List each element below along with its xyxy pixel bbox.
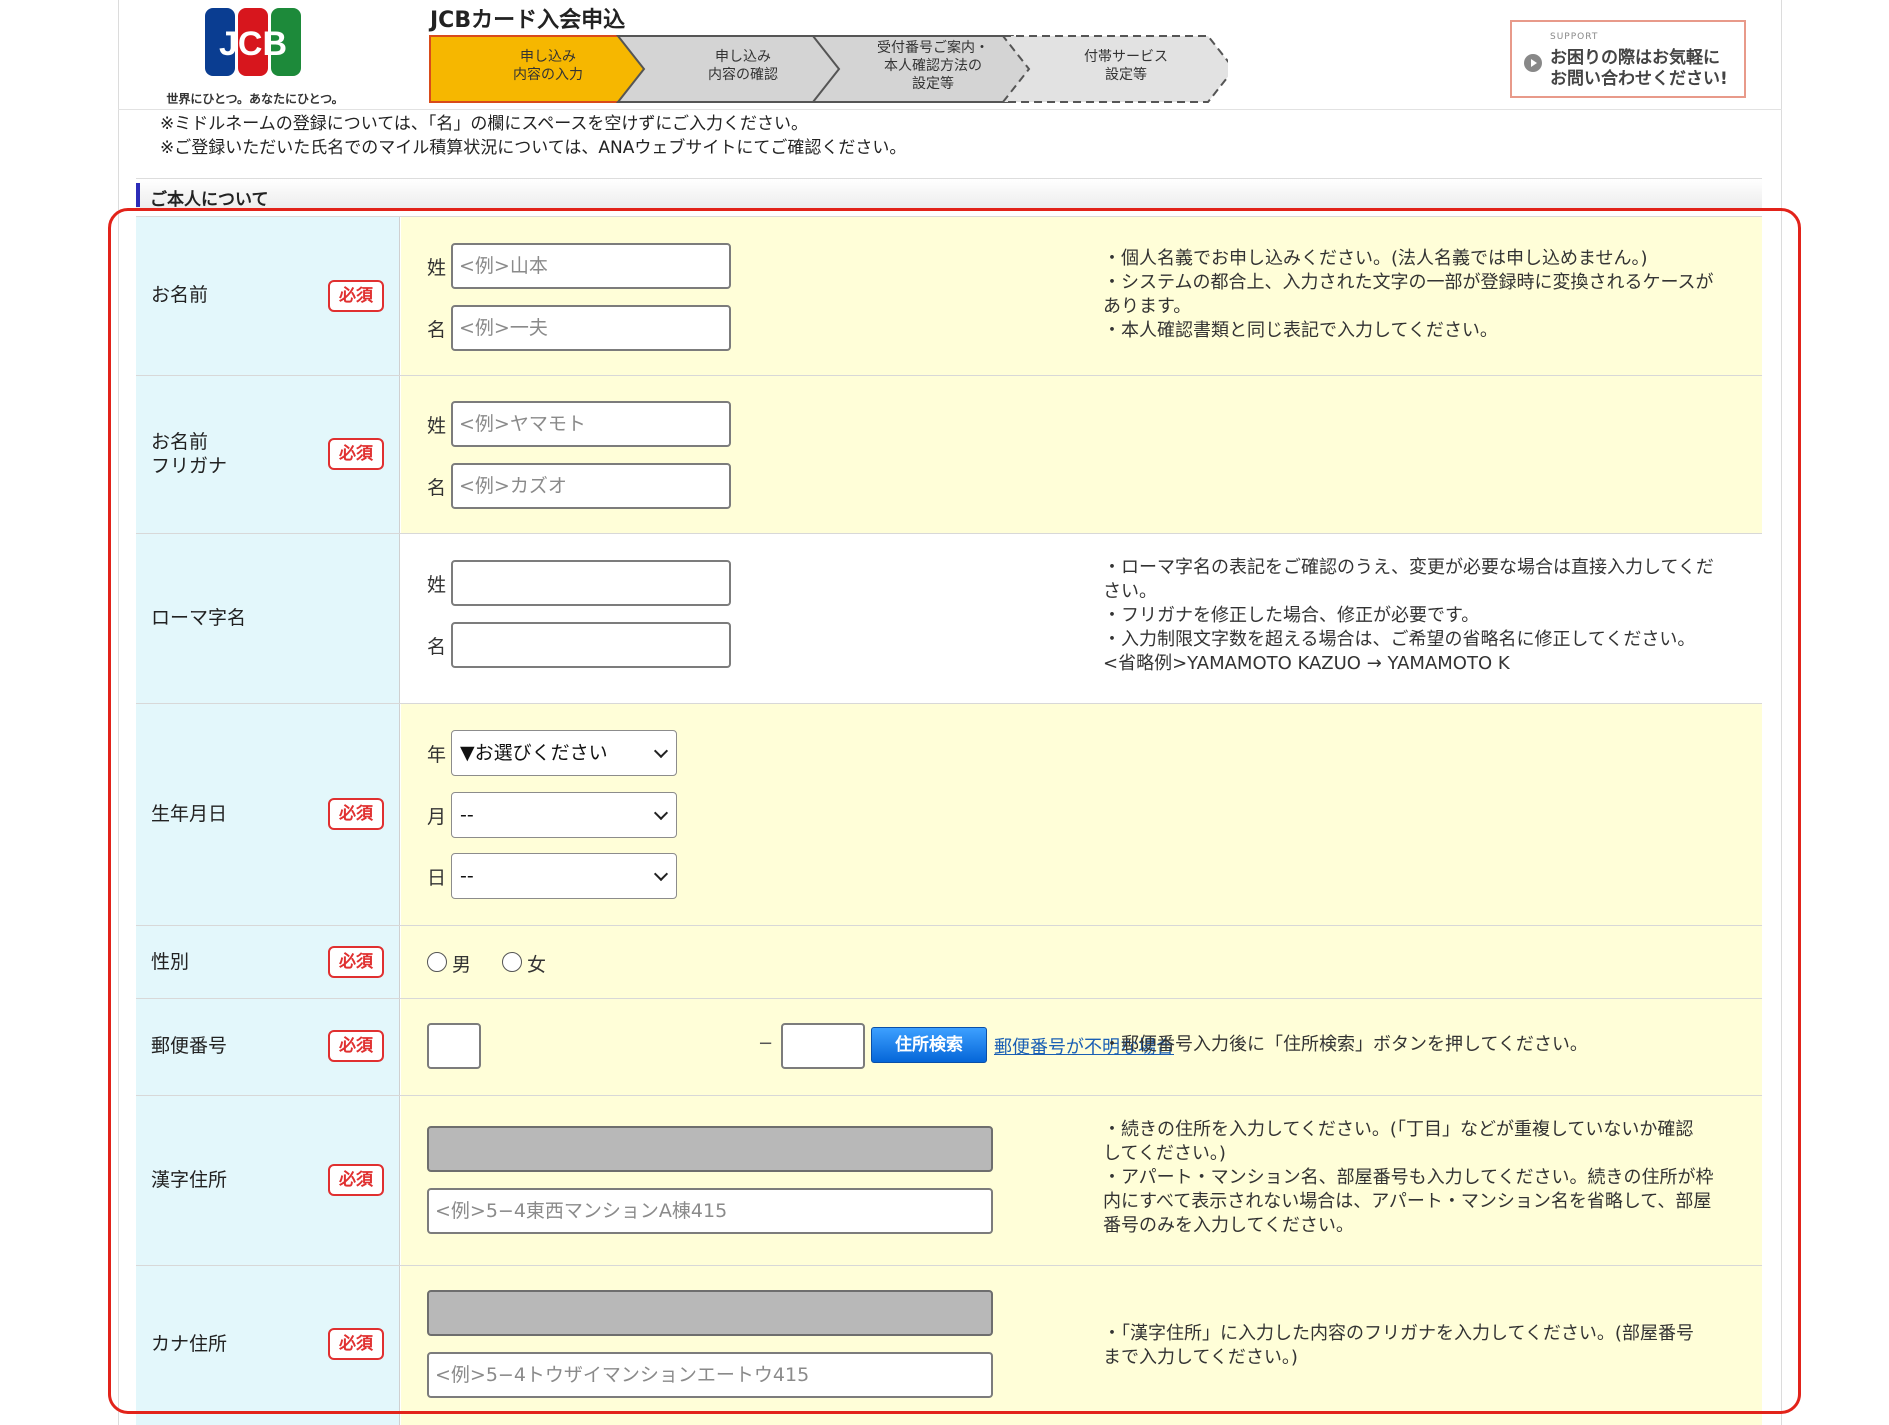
required-badge: 必須 xyxy=(328,1030,384,1062)
sei-label: 姓 xyxy=(427,415,447,437)
required-badge: 必須 xyxy=(328,438,384,470)
birth-month-select[interactable]: -- xyxy=(451,792,677,838)
help-postal: ・郵便番号入力後に「住所検索」ボタンを押してください。 xyxy=(1103,1034,1588,1055)
label-cell: 漢字住所 必須 xyxy=(136,1096,400,1265)
address-search-button[interactable]: 住所検索 xyxy=(871,1027,987,1063)
notes: ※ミドルネームの登録については、「名」の欄にスペースを空けずにご入力ください。 … xyxy=(160,112,906,160)
row-kanji-address: 漢字住所 必須 ・続きの住所を入力してください。(「丁目」などが重複していないか… xyxy=(136,1096,1762,1266)
postal-separator: − xyxy=(758,1033,774,1054)
chevron-down-icon xyxy=(653,866,669,882)
row-kana-address: カナ住所 必須 ・「漢字住所」に入力した内容のフリガナを入力してください。(部屋… xyxy=(136,1266,1762,1425)
mei-label: 名 xyxy=(427,636,447,658)
kana-address-auto-field[interactable] xyxy=(427,1290,993,1336)
field-label-kana-address: カナ住所 xyxy=(151,1333,228,1355)
required-badge: 必須 xyxy=(328,1328,384,1360)
roman-mei-input[interactable] xyxy=(451,622,731,668)
gender-male-radio[interactable] xyxy=(427,952,447,972)
field-label-roman: ローマ字名 xyxy=(151,607,247,629)
chevron-down-icon xyxy=(653,805,669,821)
content-cell: 姓 名 xyxy=(401,376,1762,533)
help-name: ・個人名義でお申し込みください。(法人名義では申し込めません。) ・システムの都合… xyxy=(1103,248,1714,341)
label-cell: 性別 必須 xyxy=(136,926,400,998)
logo-lettering: JCB xyxy=(219,25,287,63)
kana-address-detail-input[interactable] xyxy=(427,1352,993,1398)
required-badge: 必須 xyxy=(328,946,384,978)
field-label-furigana: お名前 フリガナ xyxy=(151,431,228,477)
gender-male-label[interactable]: 男 xyxy=(452,950,471,977)
sei-label: 姓 xyxy=(427,257,447,279)
section-accent-bar xyxy=(136,183,140,207)
gender-female-radio[interactable] xyxy=(502,952,522,972)
help-kanji-address: ・続きの住所を入力してください。(「丁目」などが重複していないか確認 してください… xyxy=(1103,1119,1714,1236)
label-cell: お名前 必須 xyxy=(136,217,400,375)
mei-label: 名 xyxy=(427,319,447,341)
help-roman: ・ローマ字名の表記をご確認のうえ、変更が必要な場合は直接入力してくだ さい。 ・フリ… xyxy=(1103,557,1714,674)
name-sei-input[interactable] xyxy=(451,243,731,289)
required-badge: 必須 xyxy=(328,280,384,312)
sei-label: 姓 xyxy=(427,574,447,596)
step-3-label: 受付番号ご案内・ 本人確認方法の 設定等 xyxy=(877,40,989,92)
required-badge: 必須 xyxy=(328,1164,384,1196)
required-badge: 必須 xyxy=(328,798,384,830)
help-kana-address: ・「漢字住所」に入力した内容のフリガナを入力してください。(部屋番号 まで入力して… xyxy=(1103,1323,1694,1368)
month-label: 月 xyxy=(427,806,447,828)
label-cell: ローマ字名 xyxy=(136,534,400,703)
row-name: お名前 必須 姓 名 ・個人名義でお申し込みください。(法人名義では申し込めませ… xyxy=(136,217,1762,376)
chevron-down-icon xyxy=(653,743,669,759)
year-label: 年 xyxy=(427,744,447,766)
row-postal-code: 郵便番号 必須 − 住所検索 郵便番号が不明な場合 ・郵便番号入力後に「住所検索… xyxy=(136,999,1762,1096)
field-label-kanji-address: 漢字住所 xyxy=(151,1169,228,1191)
label-cell: 郵便番号 必須 xyxy=(136,999,400,1095)
section-header: ご本人について xyxy=(136,178,1762,210)
row-furigana: お名前フリガナ 必須 姓 名 xyxy=(136,376,1762,534)
roman-sei-input[interactable] xyxy=(451,560,731,606)
note-mileage: ※ご登録いただいた氏名でのマイル積算状況については、ANAウェブサイトにてご確認… xyxy=(160,138,907,158)
page-title: JCBカード入会申込 xyxy=(430,8,626,33)
furigana-sei-input[interactable] xyxy=(451,401,731,447)
application-page: JCB 世界にひとつ。あなたにひとつ。 JCBカード入会申込 申し込み 内容の入力… xyxy=(0,0,1889,1425)
kanji-address-detail-input[interactable] xyxy=(427,1188,993,1234)
support-banner[interactable]: SUPPORT お困りの際はお気軽に お問い合わせください! xyxy=(1510,20,1746,98)
step-1-label: 申し込み 内容の入力 xyxy=(513,49,583,83)
field-label-birthdate: 生年月日 xyxy=(151,803,228,825)
name-mei-input[interactable] xyxy=(451,305,731,351)
birth-day-select[interactable]: -- xyxy=(451,853,677,899)
step-4-label: 付帯サービス 設定等 xyxy=(1084,49,1168,83)
label-cell: カナ住所 必須 xyxy=(136,1266,400,1425)
header: JCB 世界にひとつ。あなたにひとつ。 JCBカード入会申込 申し込み 内容の入力… xyxy=(118,0,1782,110)
section-title: ご本人について xyxy=(150,190,269,210)
row-roman-name: ローマ字名 姓 名 ・ローマ字名の表記をご確認のうえ、変更が必要な場合は直接入力… xyxy=(136,534,1762,704)
field-label-name: お名前 xyxy=(151,284,209,306)
day-label: 日 xyxy=(427,867,447,889)
field-label-postal: 郵便番号 xyxy=(151,1035,228,1057)
kanji-address-auto-field[interactable] xyxy=(427,1126,993,1172)
gender-female-label[interactable]: 女 xyxy=(527,950,546,977)
jcb-logo-icon: JCB xyxy=(205,8,301,76)
step-2-label: 申し込み 内容の確認 xyxy=(708,49,778,83)
postal-code-first-input[interactable] xyxy=(427,1023,481,1069)
row-gender: 性別 必須 男 女 xyxy=(136,926,1762,999)
support-caption: SUPPORT xyxy=(1550,32,1599,42)
content-cell: 男 女 xyxy=(401,926,1762,998)
postal-code-second-input[interactable] xyxy=(781,1023,865,1069)
note-middle-name: ※ミドルネームの登録については、「名」の欄にスペースを空けずにご入力ください。 xyxy=(160,114,809,134)
mei-label: 名 xyxy=(427,477,447,499)
progress-steps: 申し込み 内容の入力 申し込み 内容の確認 受付番号ご案内・ 本人確認方法の 設定等 付… xyxy=(428,34,1228,104)
content-cell: 年 ▼お選びください 月 -- 日 -- xyxy=(401,704,1762,925)
furigana-mei-input[interactable] xyxy=(451,463,731,509)
applicant-form: お名前 必須 姓 名 ・個人名義でお申し込みください。(法人名義では申し込めませ… xyxy=(136,216,1762,1425)
support-text: お困りの際はお気軽に お問い合わせください! xyxy=(1550,48,1728,89)
field-label-gender: 性別 xyxy=(151,951,190,973)
birth-year-select[interactable]: ▼お選びください xyxy=(451,730,677,776)
logo-tagline: 世界にひとつ。あなたにひとつ。 xyxy=(166,92,344,106)
label-cell: 生年月日 必須 xyxy=(136,704,400,925)
jcb-logo: JCB 世界にひとつ。あなたにひとつ。 xyxy=(155,6,355,106)
row-birthdate: 生年月日 必須 年 ▼お選びください 月 -- 日 -- xyxy=(136,704,1762,926)
label-cell: お名前 フリガナ 必須 xyxy=(136,376,400,533)
play-arrow-icon xyxy=(1524,54,1542,72)
